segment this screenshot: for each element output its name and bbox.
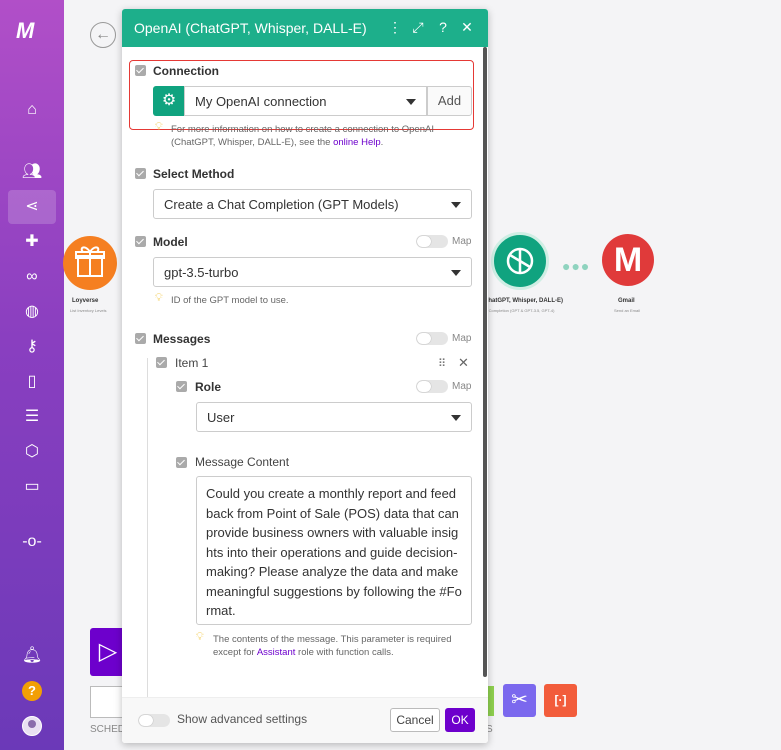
map-label: Map	[452, 381, 472, 392]
node-subtitle: List Inventory Levels	[70, 308, 107, 313]
node-subtitle: Send an Email	[614, 308, 641, 313]
run-once-button[interactable]: ▷	[90, 628, 126, 676]
node-label: (ChatGPT, Whisper, DALL-E)	[482, 298, 563, 304]
message-content-textarea[interactable]: Could you create a monthly report and fe…	[196, 476, 472, 625]
openai-icon	[506, 247, 534, 275]
select-method-label: Select Method	[153, 167, 235, 181]
json-tool-icon[interactable]: [·]	[544, 684, 577, 717]
messages-collapse-checkbox[interactable]	[135, 333, 146, 344]
keys-icon[interactable]: ⚷	[20, 335, 44, 359]
node-label: Gmail	[618, 298, 635, 304]
docs-icon[interactable]: ▭	[20, 475, 44, 499]
model-selected-value: gpt-3.5-turbo	[164, 265, 239, 280]
message-content-hint: The contents of the message. This parame…	[213, 634, 452, 658]
model-collapse-checkbox[interactable]	[135, 236, 146, 247]
notifications-icon[interactable]: 🔔︎	[20, 644, 44, 668]
connection-collapse-checkbox[interactable]	[135, 65, 146, 76]
ok-button[interactable]: OK	[445, 708, 475, 732]
scenarios-icon[interactable]: ⋖	[8, 190, 56, 224]
chevron-down-icon	[406, 99, 416, 105]
item-label: Item 1	[175, 356, 209, 370]
role-map-toggle[interactable]	[416, 380, 448, 393]
expand-icon[interactable]: ⤢	[410, 19, 426, 36]
model-select[interactable]: gpt-3.5-turbo	[153, 257, 472, 287]
node-label: Loyverse	[72, 298, 99, 304]
webhooks-icon[interactable]: ◍	[20, 300, 44, 324]
lightbulb-icon: 💡︎	[196, 631, 204, 643]
assistant-link[interactable]: Assistant	[257, 647, 296, 658]
lightbulb-icon: 💡︎	[155, 292, 163, 304]
model-map-toggle[interactable]	[416, 235, 448, 248]
chevron-down-icon	[451, 202, 461, 208]
make-logo[interactable]: M	[16, 18, 48, 43]
devices-icon[interactable]: ▯	[20, 370, 44, 394]
map-label: Map	[452, 236, 472, 247]
users-icon[interactable]: 👥︎	[20, 160, 44, 184]
templates-icon[interactable]: ✚	[20, 230, 44, 254]
profile-icon[interactable]	[22, 716, 42, 736]
connection-label: Connection	[153, 64, 219, 78]
content-collapse-checkbox[interactable]	[176, 457, 187, 468]
connection-select[interactable]: My OpenAI connection	[184, 86, 427, 116]
method-collapse-checkbox[interactable]	[135, 168, 146, 179]
role-label: Role	[195, 380, 222, 394]
help-question-icon[interactable]: ?	[435, 19, 451, 35]
item-collapse-checkbox[interactable]	[156, 357, 167, 368]
dialog-header: OpenAI (ChatGPT, Whisper, DALL-E) ⋮ ⤢ ? …	[122, 9, 488, 47]
lightbulb-icon: 💡︎	[155, 121, 163, 133]
chevron-down-icon	[451, 270, 461, 276]
close-icon[interactable]: ✕	[459, 19, 475, 36]
schedule-toggle[interactable]	[90, 686, 126, 718]
gift-icon	[75, 246, 105, 277]
gmail-node[interactable]: M	[602, 234, 654, 286]
openai-connection-icon: ⚙	[153, 86, 185, 116]
dialog-footer: Show advanced settings Cancel OK	[122, 697, 488, 743]
datastructures-icon[interactable]: ⬡	[20, 440, 44, 464]
back-arrow-icon[interactable]: ←	[90, 22, 116, 48]
messages-map-toggle[interactable]	[416, 332, 448, 345]
more-options-icon[interactable]: ⋮	[387, 19, 403, 36]
add-connection-button[interactable]: Add	[427, 86, 472, 116]
advanced-settings-toggle[interactable]	[138, 714, 170, 727]
role-collapse-checkbox[interactable]	[176, 381, 187, 392]
flow-icon[interactable]: -o-	[20, 530, 44, 554]
messages-label: Messages	[153, 332, 211, 346]
online-help-link[interactable]: online Help	[333, 137, 381, 148]
remove-item-icon[interactable]: ✕	[458, 355, 469, 371]
advanced-settings-label: Show advanced settings	[177, 712, 308, 726]
connections-icon[interactable]: ∞	[20, 265, 44, 289]
model-label: Model	[153, 235, 188, 249]
cancel-button[interactable]: Cancel	[390, 708, 440, 732]
tree-guide-line	[147, 358, 148, 698]
tools-icon[interactable]: ✂	[503, 684, 536, 717]
method-select[interactable]: Create a Chat Completion (GPT Models)	[153, 189, 472, 219]
method-selected-value: Create a Chat Completion (GPT Models)	[164, 197, 399, 212]
model-hint: ID of the GPT model to use.	[171, 295, 289, 306]
route-connector[interactable]: ●●●	[562, 258, 590, 274]
loyverse-node[interactable]	[63, 236, 117, 290]
help-icon[interactable]: ?	[22, 681, 42, 701]
chevron-down-icon	[451, 415, 461, 421]
sidebar: M ⌂ 👥︎ ⋖ ✚ ∞ ◍ ⚷ ▯ ☰ ⬡ ▭ -o- 🔔︎ ?	[0, 0, 64, 750]
connection-selected-value: My OpenAI connection	[195, 94, 327, 109]
message-content-label: Message Content	[195, 455, 290, 469]
role-selected-value: User	[207, 410, 235, 425]
openai-node[interactable]	[491, 232, 549, 290]
schedule-label: SCHED	[90, 724, 126, 735]
module-settings-dialog: OpenAI (ChatGPT, Whisper, DALL-E) ⋮ ⤢ ? …	[122, 9, 488, 743]
home-icon[interactable]: ⌂	[20, 98, 44, 122]
role-select[interactable]: User	[196, 402, 472, 432]
map-label: Map	[452, 333, 472, 344]
dialog-title: OpenAI (ChatGPT, Whisper, DALL-E)	[134, 20, 367, 36]
datastores-icon[interactable]: ☰	[20, 405, 44, 429]
connection-hint: For more information on how to create a …	[171, 124, 434, 148]
drag-handle-icon[interactable]: ⠿	[438, 357, 446, 370]
node-subtitle: e a Completion (GPT & GPT-3.5, GPT-4)	[482, 308, 555, 313]
scrollbar[interactable]	[483, 47, 487, 677]
